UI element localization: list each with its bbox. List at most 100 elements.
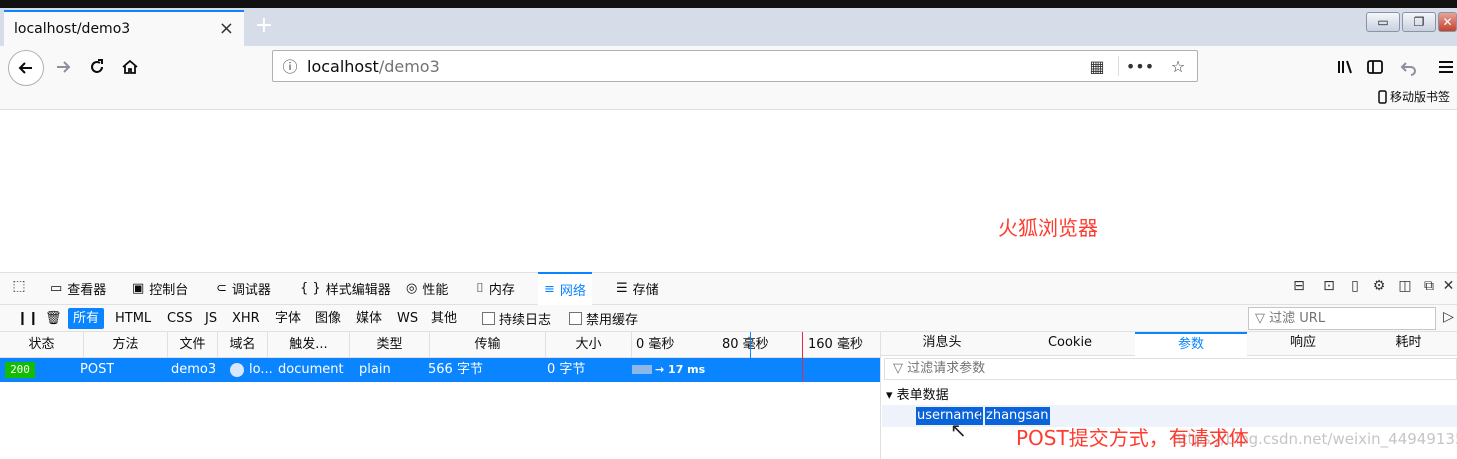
tab-inspector[interactable]: ▭ 查看器 (44, 272, 112, 305)
filter-ws[interactable]: WS (392, 308, 423, 329)
filter-images[interactable]: 图像 (310, 308, 346, 329)
menu-icon[interactable] (1434, 50, 1457, 84)
column-type[interactable]: 类型 (350, 332, 430, 358)
new-tab-icon[interactable]: + (252, 12, 276, 40)
home-button[interactable] (113, 50, 147, 84)
dom-content-loaded-line (750, 332, 751, 382)
tab-label: 性能 (422, 283, 449, 298)
tab-timings[interactable]: 耗时 (1360, 332, 1457, 356)
filter-css[interactable]: CSS (162, 308, 198, 329)
column-domain[interactable]: 域名 (218, 332, 268, 358)
tab-label: 内存 (488, 283, 515, 298)
column-status[interactable]: 状态 (0, 332, 84, 358)
filter-all[interactable]: 所有 (68, 308, 105, 329)
browser-tab[interactable]: localhost/demo3 × (4, 10, 244, 46)
settings-gear-icon[interactable]: ⚙ (1368, 278, 1390, 294)
minimize-icon[interactable]: ▭ (1366, 12, 1400, 32)
param-filter-input[interactable]: ▽ 过滤请求参数 (884, 358, 1457, 380)
page-annotation: 火狐浏览器 (998, 216, 1098, 240)
column-file[interactable]: 文件 (168, 332, 218, 358)
filter-js[interactable]: JS (200, 308, 222, 329)
tab-headers[interactable]: 消息头 (884, 332, 1000, 356)
undo-icon[interactable] (1392, 50, 1426, 84)
library-icon[interactable] (1328, 50, 1362, 84)
page-actions-icon[interactable]: ••• (1121, 57, 1159, 76)
home-icon (122, 59, 138, 74)
filter-html[interactable]: HTML (110, 308, 156, 329)
globe-icon (230, 363, 244, 377)
column-transferred[interactable]: 传输 (430, 332, 546, 358)
clear-trash-icon[interactable]: 🗑 (40, 308, 67, 329)
toggle-sidebar-icon[interactable]: ▷ (1440, 309, 1457, 325)
tab-label: 样式编辑器 (325, 283, 391, 298)
tab-memory[interactable]: ⌷ 内存 (470, 272, 521, 305)
separate-window-icon[interactable]: ⧉ (1418, 278, 1440, 294)
tab-cookies[interactable]: Cookie (1010, 332, 1130, 356)
split-console-icon[interactable]: ⊡ (1318, 278, 1340, 294)
tab-performance[interactable]: ◎ 性能 (400, 272, 454, 305)
tab-label: 控制台 (149, 283, 189, 298)
url-bar[interactable]: ⓘ localhost/demo3 ▦ ••• ☆ (272, 50, 1198, 82)
performance-icon: ◎ (406, 281, 418, 296)
tab-response[interactable]: 响应 (1250, 332, 1356, 356)
tab-console[interactable]: ▣ 控制台 (126, 272, 194, 305)
column-cause[interactable]: 触发... (268, 332, 350, 358)
url-filter-input[interactable]: ▽ 过滤 URL (1248, 307, 1436, 330)
filter-other[interactable]: 其他 (426, 308, 462, 329)
forward-button[interactable] (46, 50, 80, 84)
checkbox-box[interactable] (569, 312, 582, 325)
form-data-label: 表单数据 (896, 388, 949, 403)
responsive-mode-icon[interactable]: ▯ (1344, 278, 1366, 294)
expand-triangle-icon[interactable]: ▾ (886, 388, 897, 403)
memory-icon: ⌷ (476, 281, 484, 296)
restore-icon[interactable]: ❐ (1402, 12, 1436, 32)
sidebar-icon[interactable] (1358, 50, 1392, 84)
close-tab-icon[interactable]: × (219, 18, 234, 39)
back-button[interactable] (8, 50, 44, 86)
dock-options-icon[interactable]: ⊟ (1288, 278, 1310, 294)
column-size[interactable]: 大小 (546, 332, 632, 358)
disable-cache-checkbox[interactable]: 禁用缓存 (569, 309, 638, 328)
tab-title: localhost/demo3 (14, 21, 131, 37)
qr-code-icon[interactable]: ▦ (1078, 57, 1116, 76)
persist-logs-label: 持续日志 (499, 313, 552, 328)
close-window-icon[interactable]: ✕ (1438, 12, 1457, 32)
filter-fonts[interactable]: 字体 (270, 308, 306, 329)
tab-label: 存储 (632, 283, 659, 298)
form-data-section[interactable]: ▾ 表单数据 (886, 384, 949, 403)
tab-label: 调试器 (231, 283, 271, 298)
url-host: localhost (307, 56, 379, 76)
dock-side-icon[interactable]: ◫ (1394, 278, 1416, 294)
request-method: POST (80, 362, 115, 377)
timeline-tick-0: 0 毫秒 (636, 337, 675, 352)
tab-storage[interactable]: ☰ 存储 (610, 272, 665, 305)
filter-media[interactable]: 媒体 (351, 308, 387, 329)
status-badge: 200 (5, 362, 35, 378)
tab-label: 网络 (559, 284, 586, 299)
network-icon: ≡ (544, 282, 555, 297)
checkbox-box[interactable] (482, 312, 495, 325)
tab-debugger[interactable]: ⊂ 调试器 (210, 272, 277, 305)
filter-xhr[interactable]: XHR (227, 308, 265, 329)
url-separator (1118, 56, 1119, 76)
waterfall-bar (632, 365, 652, 374)
reload-button[interactable] (80, 50, 114, 84)
element-picker-icon[interactable]: ⬚ (8, 278, 30, 294)
bookmark-star-icon[interactable]: ☆ (1159, 57, 1197, 76)
tab-style-editor[interactable]: { } 样式编辑器 (294, 272, 397, 305)
url-filter-placeholder: 过滤 URL (1269, 311, 1326, 326)
mobile-bookmarks[interactable]: 移动版书签 (1378, 88, 1450, 105)
close-devtools-icon[interactable]: ✕ (1440, 278, 1457, 294)
tab-network[interactable]: ≡ 网络 (538, 272, 592, 305)
column-method[interactable]: 方法 (84, 332, 168, 358)
info-icon[interactable]: ⓘ (273, 56, 307, 77)
timeline-tick-80: 80 毫秒 (722, 337, 769, 352)
request-timing: → 17 ms (655, 363, 706, 376)
forward-icon (57, 61, 71, 73)
tab-params[interactable]: 参数 (1135, 332, 1247, 356)
request-transferred: 566 字节 (428, 362, 483, 377)
request-domain: lo... (249, 362, 273, 377)
persist-logs-checkbox[interactable]: 持续日志 (482, 309, 551, 328)
inspector-icon: ▭ (50, 281, 63, 296)
top-strip (0, 0, 1457, 8)
